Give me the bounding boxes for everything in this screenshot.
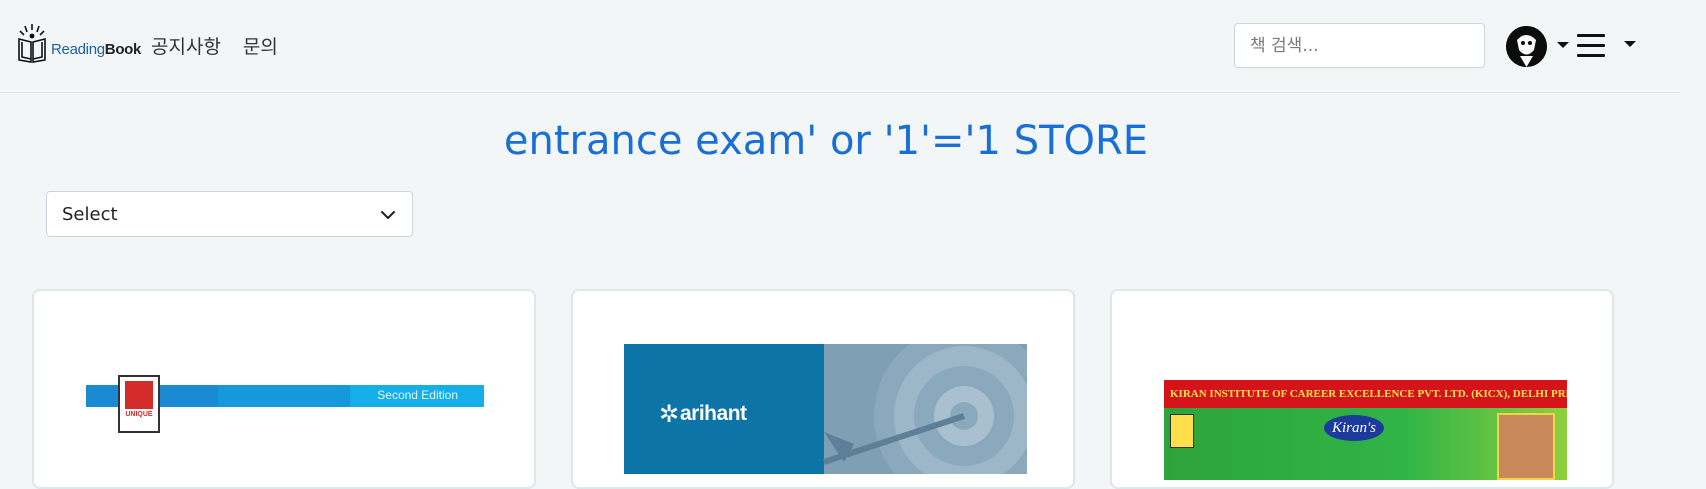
avatar-image [1506,26,1547,67]
user-avatar[interactable] [1506,26,1547,67]
top-navbar: ReadingBook 공지사항 문의 [0,0,1680,93]
brand-name-book: Book [104,41,142,58]
nav-link-notice[interactable]: 공지사항 [151,32,221,59]
main-nav: 공지사항 문의 [151,32,278,59]
brand-name-reading: Reading [51,41,105,58]
avatar-caret-down-icon[interactable] [1557,42,1569,48]
author-photo [1497,413,1555,480]
cover-brand-text: Kiran's [1324,415,1384,441]
nav-link-inquiry[interactable]: 문의 [243,32,278,59]
book-cover-image[interactable]: ✲ arihant [624,344,1027,474]
select-value: Select [62,204,118,225]
book-cover-image[interactable]: Second Edition UNIQUE [86,347,484,467]
page-title: entrance exam' or '1'='1 STORE [503,118,1149,164]
hamburger-menu-icon[interactable] [1577,34,1605,58]
cover-header-text: KIRAN INSTITUTE OF CAREER EXCELLENCE PVT… [1170,388,1567,400]
brand-logo-link[interactable]: ReadingBook [17,22,141,64]
publisher-logo-text: UNIQUE [125,411,153,418]
kiran-logo-icon [1170,414,1194,448]
book-card[interactable]: Second Edition UNIQUE [32,289,536,489]
cover-edition-text: Second Edition [377,388,458,402]
book-card[interactable]: ✲ arihant [571,289,1075,489]
book-search-input[interactable] [1234,23,1485,68]
category-select[interactable]: Select [46,191,413,237]
book-card[interactable]: KIRAN INSTITUTE OF CAREER EXCELLENCE PVT… [1110,289,1614,489]
open-book-icon [18,24,46,63]
menu-caret-down-icon[interactable] [1624,41,1636,47]
cover-publisher-text: arihant [680,402,747,425]
chevron-down-icon [381,211,395,219]
brand-name: ReadingBook [51,41,141,58]
arihant-logo-icon: ✲ [659,400,680,428]
publisher-logo: UNIQUE [118,375,160,433]
book-cover-image[interactable]: KIRAN INSTITUTE OF CAREER EXCELLENCE PVT… [1164,380,1567,480]
